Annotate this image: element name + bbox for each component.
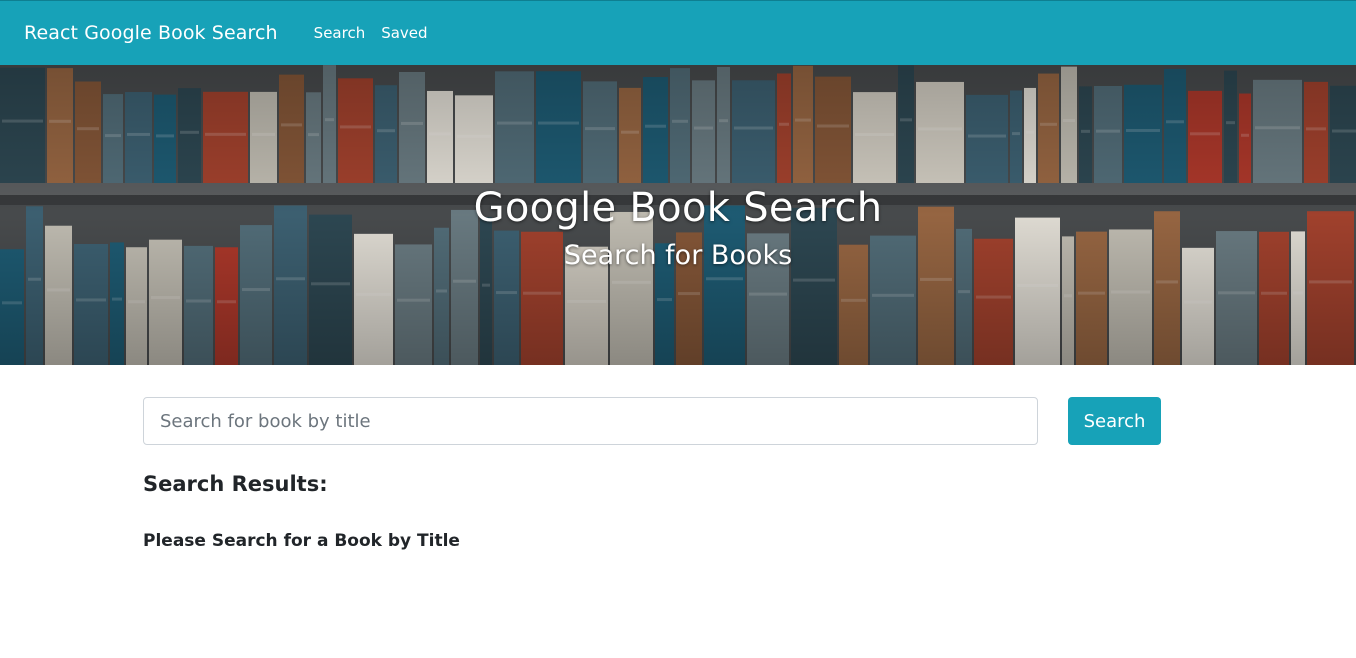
search-button[interactable]: Search: [1068, 397, 1161, 445]
search-input[interactable]: [143, 397, 1038, 445]
hero-subtitle: Search for Books: [563, 240, 793, 271]
nav-link-search[interactable]: Search: [314, 24, 366, 42]
hero-text: Google Book Search Search for Books: [0, 65, 1356, 365]
hero-banner: Google Book Search Search for Books: [0, 65, 1356, 365]
results-empty-message: Please Search for a Book by Title: [143, 531, 460, 551]
navbar: React Google Book Search Search Saved: [0, 0, 1356, 65]
brand-link[interactable]: React Google Book Search: [24, 22, 278, 44]
hero-title: Google Book Search: [473, 185, 883, 231]
results-heading: Search Results:: [143, 472, 328, 496]
search-form: Search: [143, 397, 1161, 445]
nav-link-saved[interactable]: Saved: [381, 24, 427, 42]
